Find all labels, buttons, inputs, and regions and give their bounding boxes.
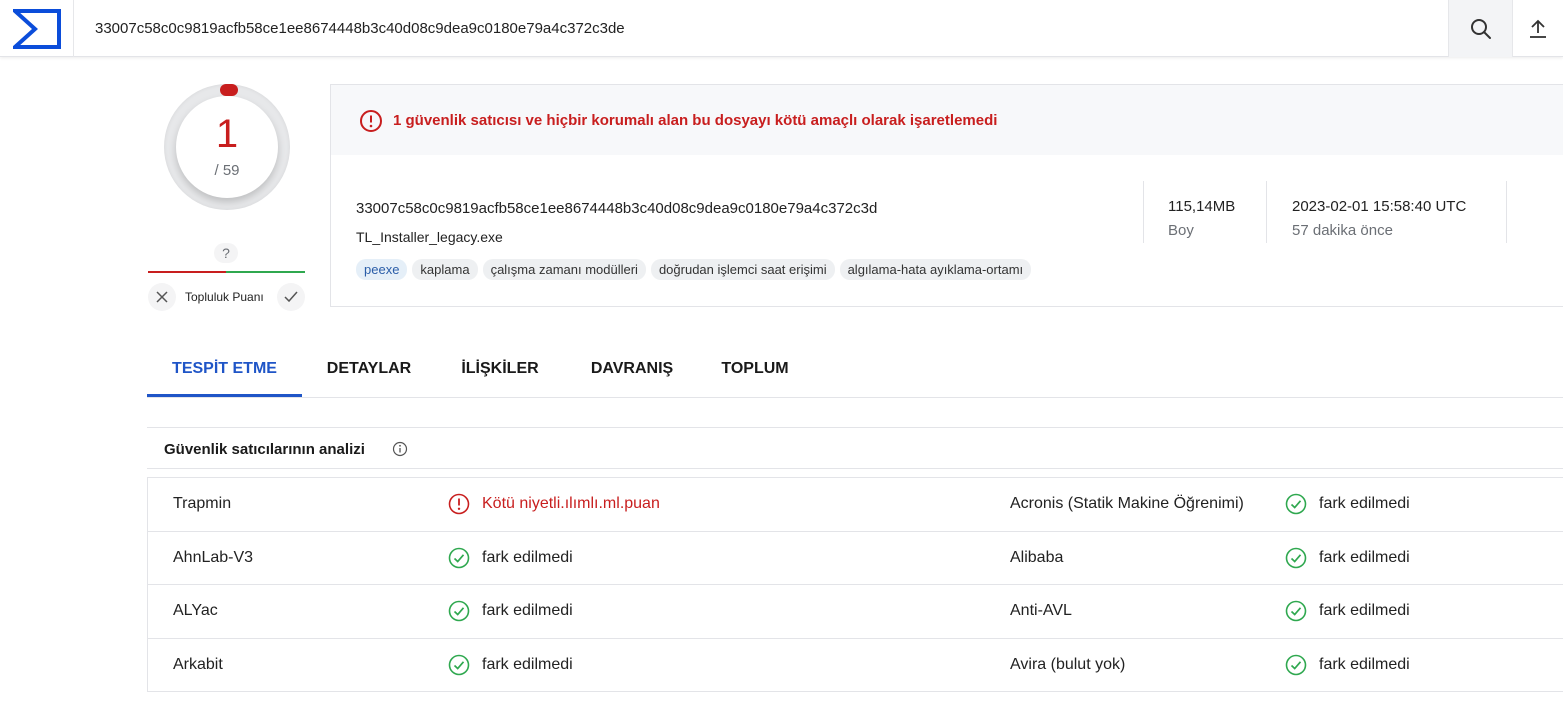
info-icon[interactable] xyxy=(392,441,408,457)
detection-score: 1 / 59 xyxy=(164,84,290,210)
file-size: 115,14MB xyxy=(1168,198,1236,215)
vote-harmless-button[interactable] xyxy=(277,283,305,311)
check-circle-icon xyxy=(1285,547,1307,569)
vendor-table: Trapmin Kötü niyetli.ılımlı.ml.puan Acroni… xyxy=(147,477,1563,692)
tag-list: peexe kaplama çalışma zamanı modülleri d… xyxy=(356,259,1032,280)
table-row: AhnLab-V3 fark edilmedi Alibaba fark edilme… xyxy=(148,532,1563,585)
detection-result: fark edilmedi xyxy=(482,602,573,619)
vote-harmful-button[interactable] xyxy=(148,283,176,311)
file-summary-card: 1 güvenlik satıcısı ve hiçbir korumalı a… xyxy=(330,84,1563,307)
vendor-name: Avira (bulut yok) xyxy=(1010,655,1126,673)
tab-relations[interactable]: İLİŞKİLER xyxy=(447,340,553,397)
tag[interactable]: çalışma zamanı modülleri xyxy=(482,259,646,280)
community-bar-positive xyxy=(226,271,305,273)
tag[interactable]: peexe xyxy=(356,259,408,280)
top-bar xyxy=(0,0,1563,57)
alert-icon xyxy=(448,493,470,515)
alert-icon xyxy=(360,110,382,132)
score-marker xyxy=(220,84,238,96)
detection-result: fark edilmedi xyxy=(1319,655,1410,673)
analysis-header: Güvenlik satıcılarının analizi xyxy=(147,427,1563,469)
community-score-bar xyxy=(148,271,305,273)
check-circle-icon xyxy=(448,547,470,569)
detection-result: Kötü niyetli.ılımlı.ml.puan xyxy=(482,495,660,512)
detection-result: fark edilmedi xyxy=(1319,495,1410,512)
upload-icon xyxy=(1530,19,1546,38)
vendor-name: ALYac xyxy=(173,602,218,619)
check-circle-icon xyxy=(1285,600,1307,622)
search-icon xyxy=(1470,18,1491,39)
alert-message: 1 güvenlik satıcısı ve hiçbir korumalı a… xyxy=(393,112,998,129)
table-row: Trapmin Kötü niyetli.ılımlı.ml.puan Acroni… xyxy=(148,478,1563,532)
check-circle-icon xyxy=(448,600,470,622)
search-input[interactable] xyxy=(74,0,1448,57)
tab-behavior[interactable]: DAVRANIŞ xyxy=(579,340,685,397)
file-name: TL_Installer_legacy.exe xyxy=(356,229,503,245)
table-row: Arkabit fark edilmedi Avira (bulut yok) far… xyxy=(148,639,1563,692)
community-score-label: Topluluk Puanı xyxy=(185,290,264,304)
check-circle-icon xyxy=(1285,493,1307,515)
vendor-name: Trapmin xyxy=(173,495,232,512)
community-score-value: ? xyxy=(214,243,238,263)
file-hash[interactable]: 33007c58c0c9819acfb58ce1ee8674448b3c40d0… xyxy=(356,200,877,217)
tag[interactable]: kaplama xyxy=(412,259,478,280)
engines-total: / 59 xyxy=(214,162,240,179)
check-circle-icon xyxy=(448,654,470,676)
tag[interactable]: algılama-hata ayıklama-ortamı xyxy=(839,259,1032,280)
section-title: Güvenlik satıcılarının analizi xyxy=(164,441,365,458)
check-circle-icon xyxy=(1285,654,1307,676)
table-row: ALYac fark edilmedi Anti-AVL fark edilmedi xyxy=(148,585,1563,639)
divider xyxy=(1506,181,1507,243)
divider xyxy=(1143,181,1144,243)
check-icon xyxy=(284,291,298,303)
search-button[interactable] xyxy=(1448,0,1512,57)
upload-button[interactable] xyxy=(1512,0,1563,57)
vendor-name: Alibaba xyxy=(1010,548,1064,566)
tab-details[interactable]: DETAYLAR xyxy=(317,340,421,397)
tab-bar: TESPİT ETME DETAYLAR İLİŞKİLER DAVRANIŞ … xyxy=(147,340,1563,398)
detection-result: fark edilmedi xyxy=(1319,602,1410,619)
vendor-name: AhnLab-V3 xyxy=(173,548,254,566)
detections-count: 1 xyxy=(215,112,239,156)
vendor-name: Anti-AVL xyxy=(1010,602,1072,619)
alert-banner: 1 güvenlik satıcısı ve hiçbir korumalı a… xyxy=(331,85,1563,155)
detection-result: fark edilmedi xyxy=(1319,548,1410,566)
divider xyxy=(1266,181,1267,243)
community-bar-negative xyxy=(148,271,226,273)
scan-date-relative: 57 dakika önce xyxy=(1292,222,1393,239)
tag[interactable]: doğrudan işlemci saat erişimi xyxy=(650,259,835,280)
detection-result: fark edilmedi xyxy=(482,655,573,673)
detection-result: fark edilmedi xyxy=(482,548,573,566)
vendor-name: Acronis (Statik Makine Öğrenimi) xyxy=(1010,495,1244,512)
tab-detection[interactable]: TESPİT ETME xyxy=(147,340,302,397)
close-icon xyxy=(156,291,168,303)
logo-icon xyxy=(12,8,61,49)
logo[interactable] xyxy=(0,0,74,57)
file-size-label: Boy xyxy=(1168,222,1194,239)
tab-community[interactable]: TOPLUM xyxy=(713,340,797,397)
scan-date: 2023-02-01 15:58:40 UTC xyxy=(1292,198,1467,215)
vendor-name: Arkabit xyxy=(173,655,223,673)
